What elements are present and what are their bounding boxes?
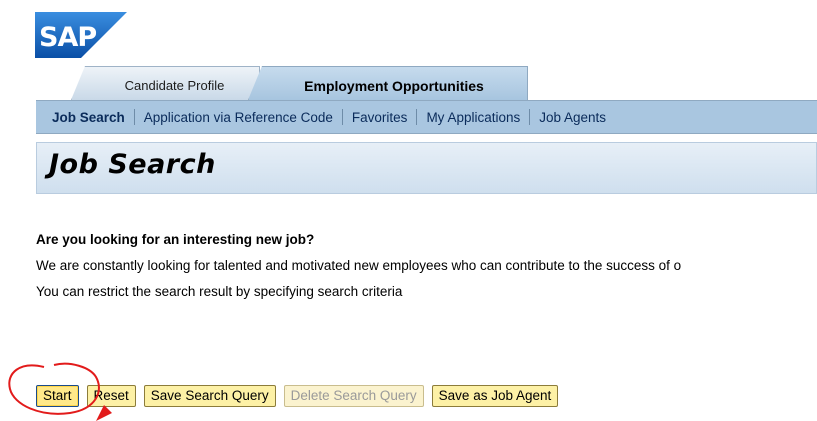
subnav-item-my-applications[interactable]: My Applications bbox=[417, 110, 529, 125]
search-hint: You can restrict the search result by sp… bbox=[36, 284, 403, 299]
subnav-item-job-agents[interactable]: Job Agents bbox=[530, 110, 615, 125]
page-title: Job Search bbox=[49, 149, 216, 180]
subnav-item-application-via-reference-code[interactable]: Application via Reference Code bbox=[135, 110, 342, 125]
save-search-query-button[interactable]: Save Search Query bbox=[143, 385, 276, 407]
tab-candidate-profile[interactable]: Candidate Profile bbox=[71, 66, 260, 100]
search-actions: Start Reset Save Search Query Delete Sea… bbox=[36, 385, 559, 407]
tab-label: Employment Opportunities bbox=[304, 78, 484, 94]
sap-logo: SAP bbox=[35, 12, 127, 58]
intro-paragraph: We are constantly looking for talented a… bbox=[36, 258, 682, 273]
tab-label: Candidate Profile bbox=[124, 78, 225, 93]
subnav-item-job-search[interactable]: Job Search bbox=[36, 110, 134, 125]
sap-logo-text: SAP bbox=[39, 22, 96, 53]
intro-section: Are you looking for an interesting new j… bbox=[36, 232, 817, 310]
tab-strip: Candidate Profile Employment Opportuniti… bbox=[0, 66, 817, 100]
intro-headline: Are you looking for an interesting new j… bbox=[36, 232, 315, 247]
start-button[interactable]: Start bbox=[36, 385, 79, 407]
page-title-bar: Job Search bbox=[36, 142, 817, 194]
reset-button[interactable]: Reset bbox=[86, 385, 136, 407]
save-as-job-agent-button[interactable]: Save as Job Agent bbox=[431, 385, 559, 407]
subnav-item-favorites[interactable]: Favorites bbox=[343, 110, 417, 125]
subnav-bar: Job Search Application via Reference Cod… bbox=[36, 100, 817, 134]
delete-search-query-button: Delete Search Query bbox=[283, 385, 424, 407]
tab-employment-opportunities[interactable]: Employment Opportunities bbox=[248, 66, 528, 100]
